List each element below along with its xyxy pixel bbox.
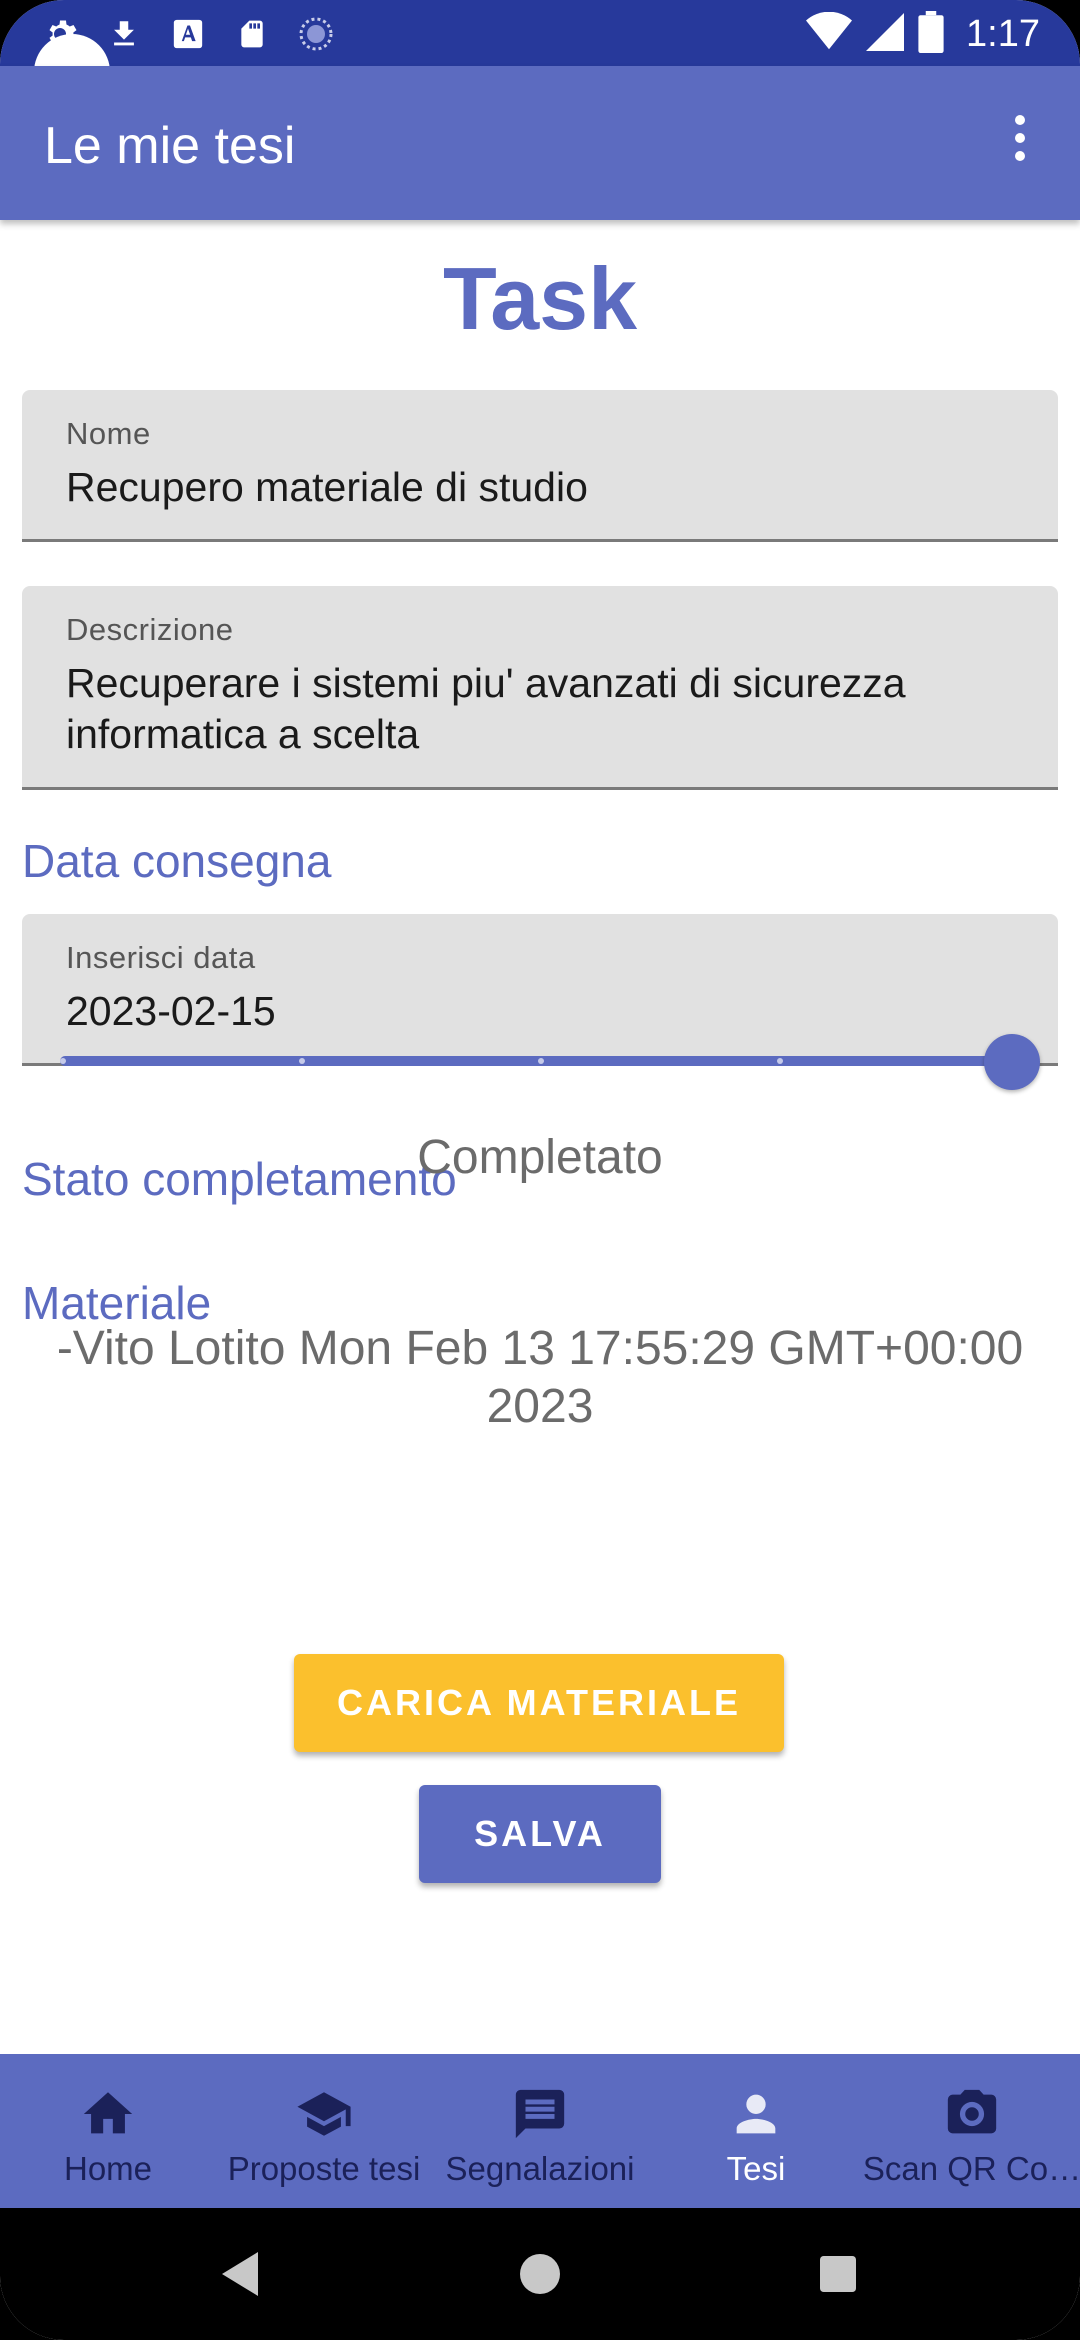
slider-tick (60, 1058, 66, 1064)
recents-icon[interactable] (808, 2244, 868, 2304)
slider-thumb[interactable] (984, 1034, 1040, 1090)
completion-status-text: Completato (417, 1131, 663, 1184)
description-field[interactable]: Descrizione Recuperare i sistemi piu' av… (22, 586, 1058, 790)
status-right-icons: 1:17 (806, 6, 1040, 62)
home-icon (79, 2084, 137, 2144)
phone-screen: 1:17 Le mie tesi Task Nome Recupero mate… (0, 0, 1080, 2340)
due-date-section-label: Data consegna (22, 835, 332, 887)
app-bar: Le mie tesi (0, 66, 1080, 220)
description-field-value[interactable]: Recuperare i sistemi piu' avanzati di si… (66, 658, 1018, 760)
slider-tick (299, 1058, 305, 1064)
slider-tick (777, 1058, 783, 1064)
completion-slider[interactable] (60, 1032, 1040, 1092)
more-vert-icon[interactable] (988, 106, 1052, 170)
system-navigation-bar (0, 2208, 1080, 2340)
status-bar: 1:17 (0, 0, 1080, 66)
font-icon (168, 14, 208, 54)
sd-card-icon (232, 14, 272, 54)
nav-item-label: Tesi (726, 2150, 786, 2187)
name-field[interactable]: Nome Recupero materiale di studio (22, 390, 1058, 542)
due-date-field-label: Inserisci data (66, 940, 256, 975)
nav-item-theses[interactable]: Tesi (648, 2054, 864, 2208)
nav-item-home[interactable]: Home (0, 2054, 216, 2208)
school-icon (293, 2084, 355, 2144)
save-button[interactable]: SALVA (419, 1785, 661, 1883)
back-icon[interactable] (212, 2244, 272, 2304)
app-bar-title: Le mie tesi (44, 117, 296, 175)
nav-item-reports[interactable]: Segnalazioni (432, 2054, 648, 2208)
wifi-icon (806, 11, 853, 57)
loading-icon (296, 14, 336, 54)
nav-item-label: Segnalazioni (445, 2150, 635, 2187)
battery-icon (918, 10, 944, 58)
nav-item-label: Proposte tesi (227, 2150, 421, 2187)
bottom-navigation: Home Proposte tesi Segnalazioni Tesi Sca… (0, 2054, 1080, 2208)
download-icon (104, 14, 144, 54)
due-date-field-value[interactable]: 2023-02-15 (66, 986, 1018, 1037)
name-field-value[interactable]: Recupero materiale di studio (66, 462, 1018, 513)
upload-material-button[interactable]: CARICA MATERIALE (294, 1654, 784, 1752)
message-icon (511, 2084, 569, 2144)
person-icon (727, 2084, 785, 2144)
nav-item-label: Scan QR Co… (862, 2150, 1080, 2187)
page-title: Task (442, 249, 638, 348)
material-entry: -Vito Lotito Mon Feb 13 17:55:29 GMT+00:… (56, 1322, 1024, 1433)
description-field-label: Descrizione (66, 612, 234, 647)
nav-item-scan-qr[interactable]: Scan QR Co… (862, 2054, 1080, 2208)
camera-icon (943, 2084, 1001, 2144)
home-circle-icon[interactable] (510, 2244, 570, 2304)
nav-item-label: Home (63, 2150, 153, 2187)
status-time: 1:17 (966, 12, 1040, 55)
slider-tick (538, 1058, 544, 1064)
task-form: Task Nome Recupero materiale di studio D… (0, 220, 1080, 2054)
nav-item-proposals[interactable]: Proposte tesi (216, 2054, 432, 2208)
name-field-label: Nome (66, 416, 151, 451)
signal-icon (866, 12, 905, 57)
